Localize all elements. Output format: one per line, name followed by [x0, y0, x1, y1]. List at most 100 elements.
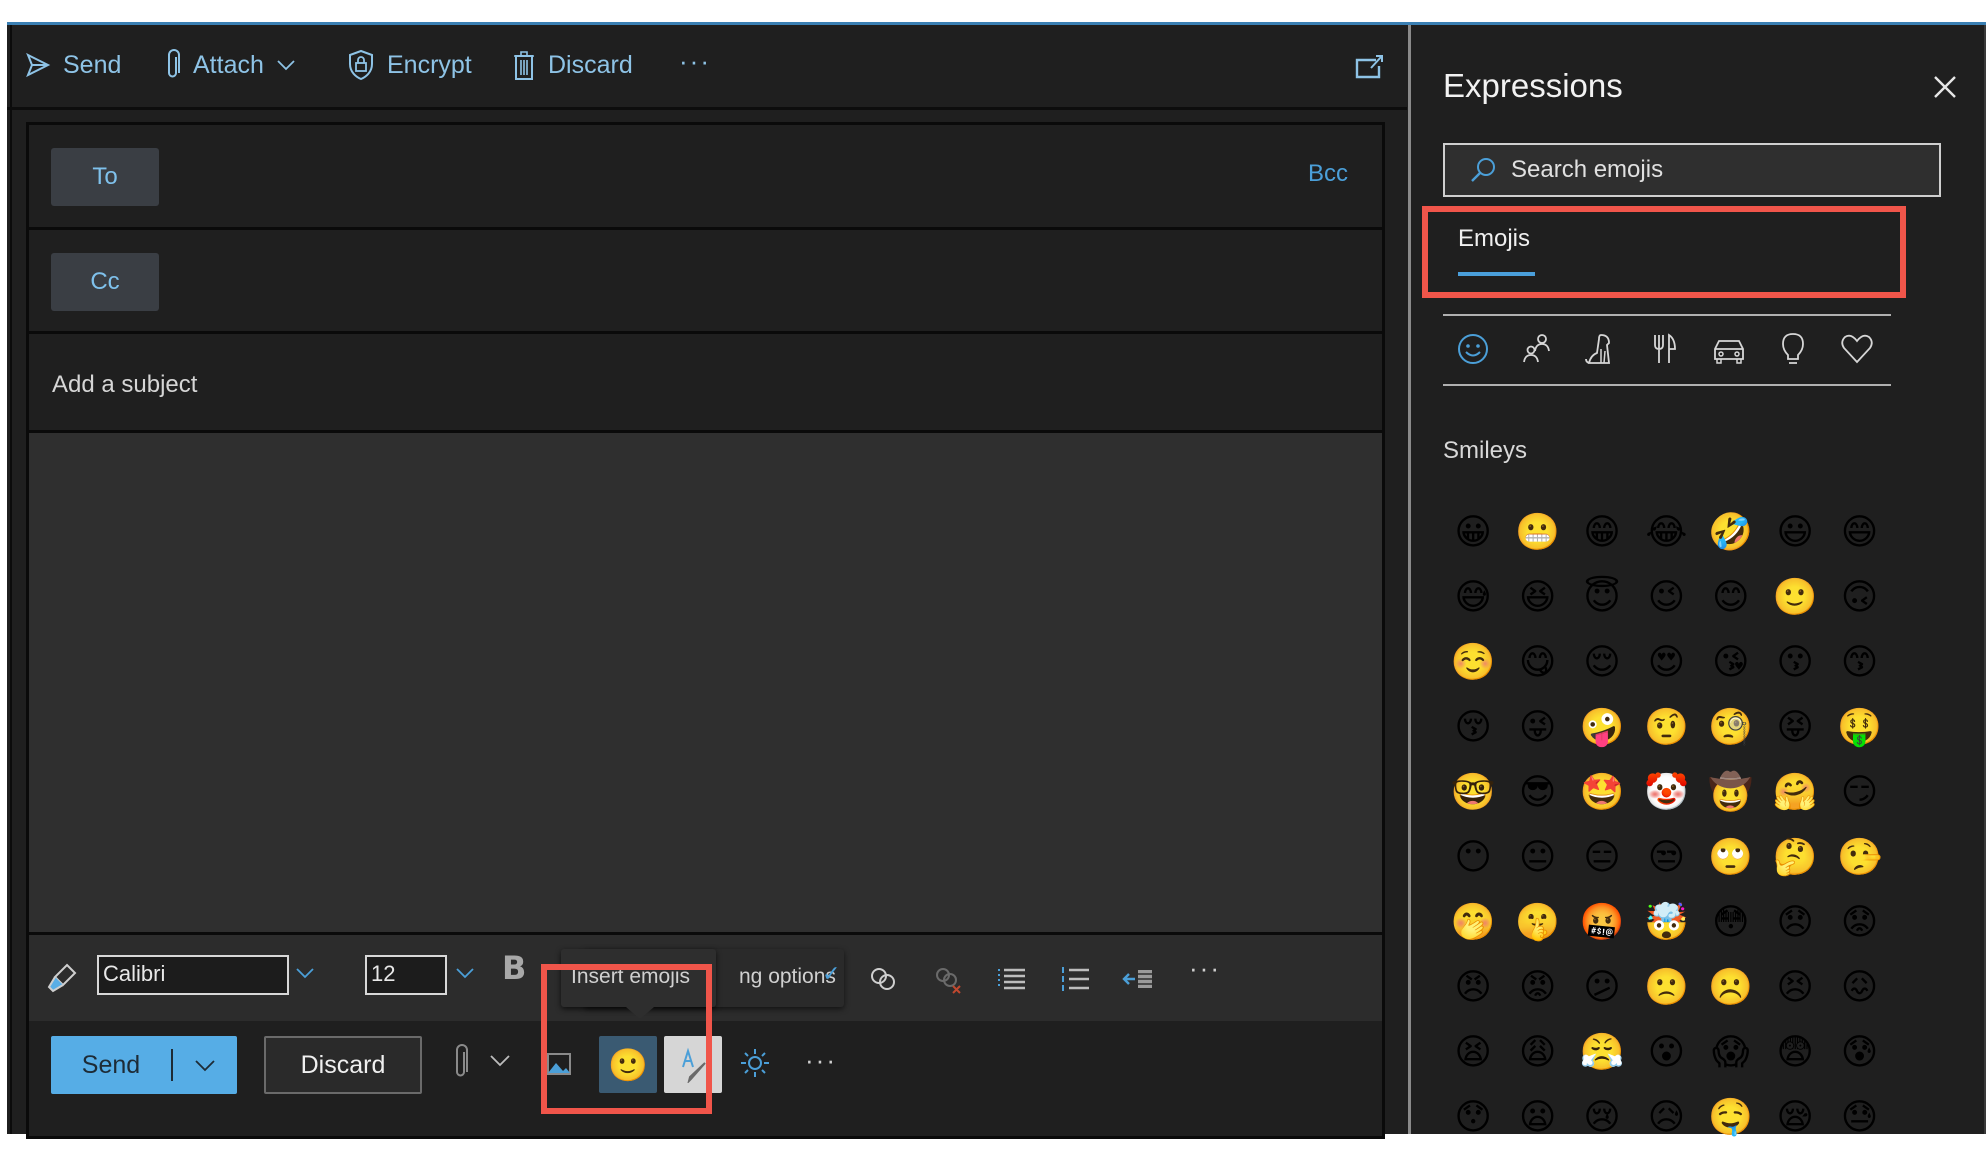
emoji-item[interactable]: 🤭: [1441, 890, 1505, 955]
emoji-item[interactable]: 🤔: [1763, 825, 1827, 890]
emoji-item[interactable]: 😫: [1441, 1020, 1505, 1085]
emoji-item[interactable]: 😆: [1505, 565, 1569, 630]
emoji-item[interactable]: 🙃: [1827, 565, 1891, 630]
emoji-item[interactable]: 😌: [1570, 630, 1634, 695]
emoji-item[interactable]: 😖: [1827, 955, 1891, 1020]
emoji-item[interactable]: 🤩: [1570, 760, 1634, 825]
emoji-item[interactable]: 🧐: [1699, 695, 1763, 760]
emoji-item[interactable]: 😦: [1505, 1085, 1569, 1150]
emoji-item[interactable]: 😮: [1634, 1020, 1698, 1085]
emoji-item[interactable]: 😤: [1570, 1020, 1634, 1085]
send-options-button[interactable]: [173, 1058, 237, 1072]
emoji-item[interactable]: 😪: [1763, 1085, 1827, 1150]
emoji-item[interactable]: 😕: [1570, 955, 1634, 1020]
emoji-item[interactable]: 🙂: [1763, 565, 1827, 630]
numbered-list-icon[interactable]: [1057, 961, 1093, 997]
emoji-item[interactable]: 🤣: [1699, 500, 1763, 565]
emoji-item[interactable]: 🤫: [1505, 890, 1569, 955]
emoji-item[interactable]: 😂: [1634, 500, 1698, 565]
emoji-item[interactable]: 😎: [1505, 760, 1569, 825]
emoji-item[interactable]: 😞: [1763, 890, 1827, 955]
emoji-item[interactable]: 😟: [1827, 890, 1891, 955]
insert-emojis-button[interactable]: 🙂: [599, 1036, 657, 1093]
emoji-item[interactable]: 😄: [1827, 500, 1891, 565]
bold-button[interactable]: B: [502, 949, 526, 987]
emoji-item[interactable]: 😘: [1699, 630, 1763, 695]
signature-button[interactable]: [664, 1036, 722, 1093]
emoji-item[interactable]: ☺️: [1441, 630, 1505, 695]
emoji-item[interactable]: 😀: [1441, 500, 1505, 565]
emoji-item[interactable]: 😨: [1763, 1020, 1827, 1085]
emoji-item[interactable]: 😋: [1505, 630, 1569, 695]
popout-button[interactable]: [1354, 54, 1384, 80]
emoji-item[interactable]: 🙁: [1634, 955, 1698, 1020]
emoji-item[interactable]: 😍: [1634, 630, 1698, 695]
attach-chevron-down-icon[interactable]: [489, 1053, 511, 1067]
emoji-item[interactable]: 🤯: [1634, 890, 1698, 955]
emoji-item[interactable]: 😰: [1827, 1020, 1891, 1085]
emoji-item[interactable]: 😇: [1570, 565, 1634, 630]
bcc-link[interactable]: Bcc: [1308, 160, 1348, 188]
insert-picture-icon[interactable]: [546, 1051, 572, 1077]
category-smileys-icon[interactable]: [1455, 331, 1491, 367]
emoji-item[interactable]: 😊: [1699, 565, 1763, 630]
category-travel-icon[interactable]: [1711, 331, 1747, 367]
emoji-item[interactable]: 😠: [1441, 955, 1505, 1020]
emoji-item[interactable]: 😁: [1570, 500, 1634, 565]
emoji-search-box[interactable]: [1443, 143, 1941, 197]
immersive-reader-sun-icon[interactable]: [739, 1047, 771, 1079]
decrease-indent-icon[interactable]: [1121, 961, 1157, 997]
font-name-chevron-icon[interactable]: [295, 963, 315, 983]
send-bar-more-button[interactable]: ···: [805, 1045, 837, 1076]
emoji-item[interactable]: 🙄: [1699, 825, 1763, 890]
emoji-item[interactable]: 😅: [1441, 565, 1505, 630]
category-animals-icon[interactable]: [1583, 331, 1619, 367]
toolbar-attach-button[interactable]: Attach: [165, 47, 296, 83]
emoji-item[interactable]: 😳: [1699, 890, 1763, 955]
emoji-item[interactable]: 🤥: [1827, 825, 1891, 890]
emoji-item[interactable]: 🤡: [1634, 760, 1698, 825]
subject-input[interactable]: [50, 366, 1334, 404]
category-objects-lightbulb-icon[interactable]: [1775, 331, 1811, 367]
emoji-item[interactable]: 😐: [1505, 825, 1569, 890]
tab-emojis[interactable]: Emojis: [1458, 225, 1530, 253]
emoji-item[interactable]: 🤬: [1570, 890, 1634, 955]
format-painter-icon[interactable]: [43, 961, 79, 997]
emoji-item[interactable]: 😶: [1441, 825, 1505, 890]
cc-button[interactable]: Cc: [51, 253, 159, 311]
category-symbols-heart-icon[interactable]: [1839, 331, 1875, 367]
emoji-item[interactable]: 😒: [1634, 825, 1698, 890]
emoji-item[interactable]: 😥: [1634, 1085, 1698, 1150]
emoji-item[interactable]: 🤗: [1763, 760, 1827, 825]
font-size-input[interactable]: 12: [365, 955, 447, 995]
send-button[interactable]: Send: [51, 1036, 237, 1094]
discard-button[interactable]: Discard: [264, 1036, 422, 1094]
emoji-item[interactable]: 😑: [1570, 825, 1634, 890]
attach-file-icon[interactable]: [453, 1043, 469, 1081]
emoji-item[interactable]: 🤨: [1634, 695, 1698, 760]
toolbar-discard-button[interactable]: Discard: [512, 47, 633, 83]
message-body[interactable]: [29, 433, 1382, 935]
bullet-list-icon[interactable]: [993, 961, 1029, 997]
remove-link-icon[interactable]: [929, 961, 965, 997]
emoji-item[interactable]: 😜: [1505, 695, 1569, 760]
emoji-item[interactable]: 😯: [1441, 1085, 1505, 1150]
toolbar-send-button[interactable]: Send: [25, 47, 121, 83]
emoji-item[interactable]: 😢: [1570, 1085, 1634, 1150]
emoji-item[interactable]: 😓: [1827, 1085, 1891, 1150]
emoji-item[interactable]: 😝: [1763, 695, 1827, 760]
emoji-item[interactable]: 😃: [1763, 500, 1827, 565]
emoji-item[interactable]: 😚: [1441, 695, 1505, 760]
emoji-item[interactable]: 🤤: [1699, 1085, 1763, 1150]
emoji-item[interactable]: 🤪: [1570, 695, 1634, 760]
emoji-item[interactable]: 😏: [1827, 760, 1891, 825]
emoji-item[interactable]: 😩: [1505, 1020, 1569, 1085]
emoji-item[interactable]: 🤠: [1699, 760, 1763, 825]
emoji-item[interactable]: 😗: [1763, 630, 1827, 695]
emoji-item[interactable]: 😣: [1763, 955, 1827, 1020]
emoji-item[interactable]: 🤑: [1827, 695, 1891, 760]
toolbar-encrypt-button[interactable]: Encrypt: [347, 47, 472, 83]
to-button[interactable]: To: [51, 148, 159, 206]
emoji-item[interactable]: ☹️: [1699, 955, 1763, 1020]
emoji-item[interactable]: 🤓: [1441, 760, 1505, 825]
